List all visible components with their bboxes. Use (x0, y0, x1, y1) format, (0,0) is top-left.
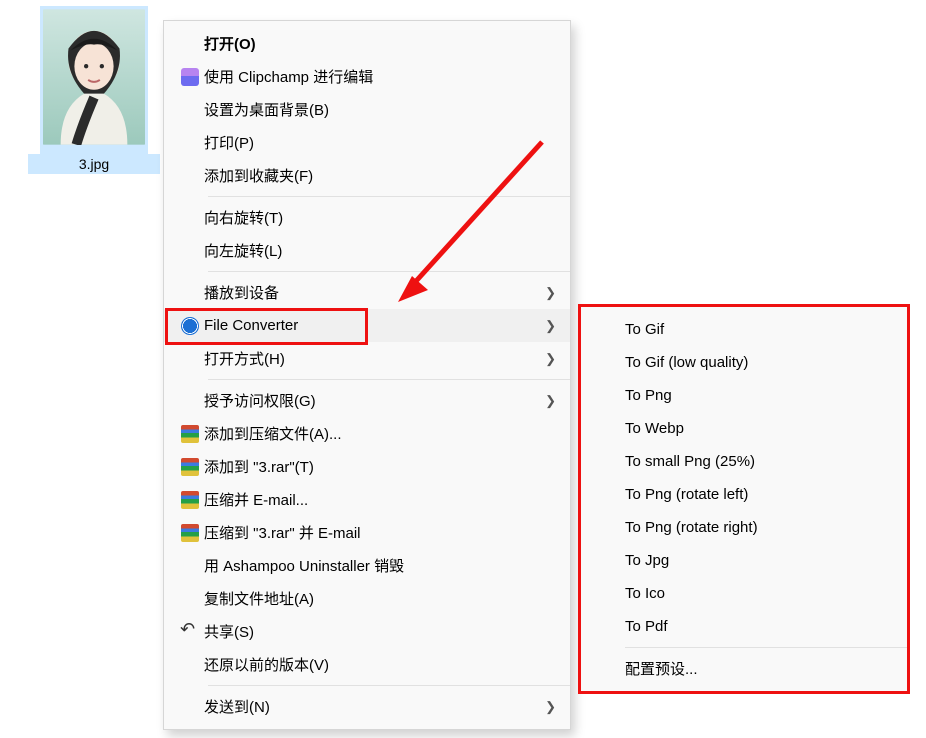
menu-restore-previous[interactable]: 还原以前的版本(V) (164, 648, 570, 681)
chevron-right-icon: ❯ (545, 285, 556, 301)
winrar-icon (181, 425, 199, 443)
thumbnail-image (42, 8, 146, 146)
context-menu: 打开(O) 使用 Clipchamp 进行编辑 设置为桌面背景(B) 打印(P)… (163, 20, 571, 730)
submenu-to-webp[interactable]: To Webp (581, 412, 907, 445)
file-name-label: 3.jpg (28, 154, 160, 174)
menu-add-to-archive[interactable]: 添加到压缩文件(A)... (164, 417, 570, 450)
chevron-right-icon: ❯ (545, 699, 556, 715)
menu-send-to[interactable]: 发送到(N) ❯ (164, 690, 570, 723)
winrar-icon (181, 458, 199, 476)
submenu-to-gif[interactable]: To Gif (581, 313, 907, 346)
file-converter-submenu: To Gif To Gif (low quality) To Png To We… (578, 304, 910, 694)
submenu-configure-presets[interactable]: 配置预设... (581, 652, 907, 685)
menu-separator (625, 647, 907, 648)
submenu-to-ico[interactable]: To Ico (581, 577, 907, 610)
menu-cast-to-device[interactable]: 播放到设备 ❯ (164, 276, 570, 309)
menu-compress-3rar-email[interactable]: 压缩到 "3.rar" 并 E-mail (164, 516, 570, 549)
menu-ashampoo-shred[interactable]: 用 Ashampoo Uninstaller 销毁 (164, 549, 570, 582)
share-icon (181, 623, 199, 641)
menu-separator (208, 379, 570, 380)
menu-rotate-left[interactable]: 向左旋转(L) (164, 234, 570, 267)
menu-open[interactable]: 打开(O) (164, 27, 570, 60)
menu-add-favorites[interactable]: 添加到收藏夹(F) (164, 159, 570, 192)
menu-grant-access[interactable]: 授予访问权限(G) ❯ (164, 384, 570, 417)
submenu-to-png-rotate-left[interactable]: To Png (rotate left) (581, 478, 907, 511)
menu-separator (208, 196, 570, 197)
file-converter-icon (181, 317, 199, 335)
menu-compress-email[interactable]: 压缩并 E-mail... (164, 483, 570, 516)
menu-add-to-3rar[interactable]: 添加到 "3.rar"(T) (164, 450, 570, 483)
menu-open-with[interactable]: 打开方式(H) ❯ (164, 342, 570, 375)
menu-separator (208, 271, 570, 272)
submenu-to-png-rotate-right[interactable]: To Png (rotate right) (581, 511, 907, 544)
submenu-to-small-png[interactable]: To small Png (25%) (581, 445, 907, 478)
chevron-right-icon: ❯ (545, 318, 556, 334)
menu-copy-path[interactable]: 复制文件地址(A) (164, 582, 570, 615)
menu-share[interactable]: 共享(S) (164, 615, 570, 648)
submenu-to-jpg[interactable]: To Jpg (581, 544, 907, 577)
menu-set-background[interactable]: 设置为桌面背景(B) (164, 93, 570, 126)
menu-rotate-right[interactable]: 向右旋转(T) (164, 201, 570, 234)
menu-clipchamp[interactable]: 使用 Clipchamp 进行编辑 (164, 60, 570, 93)
submenu-to-png[interactable]: To Png (581, 379, 907, 412)
menu-separator (208, 685, 570, 686)
submenu-to-pdf[interactable]: To Pdf (581, 610, 907, 643)
chevron-right-icon: ❯ (545, 393, 556, 409)
winrar-icon (181, 491, 199, 509)
submenu-to-gif-low[interactable]: To Gif (low quality) (581, 346, 907, 379)
winrar-icon (181, 524, 199, 542)
clipchamp-icon (181, 68, 199, 86)
menu-print[interactable]: 打印(P) (164, 126, 570, 159)
file-item[interactable]: 3.jpg (28, 6, 160, 174)
menu-file-converter[interactable]: File Converter ❯ (164, 309, 570, 342)
chevron-right-icon: ❯ (545, 351, 556, 367)
